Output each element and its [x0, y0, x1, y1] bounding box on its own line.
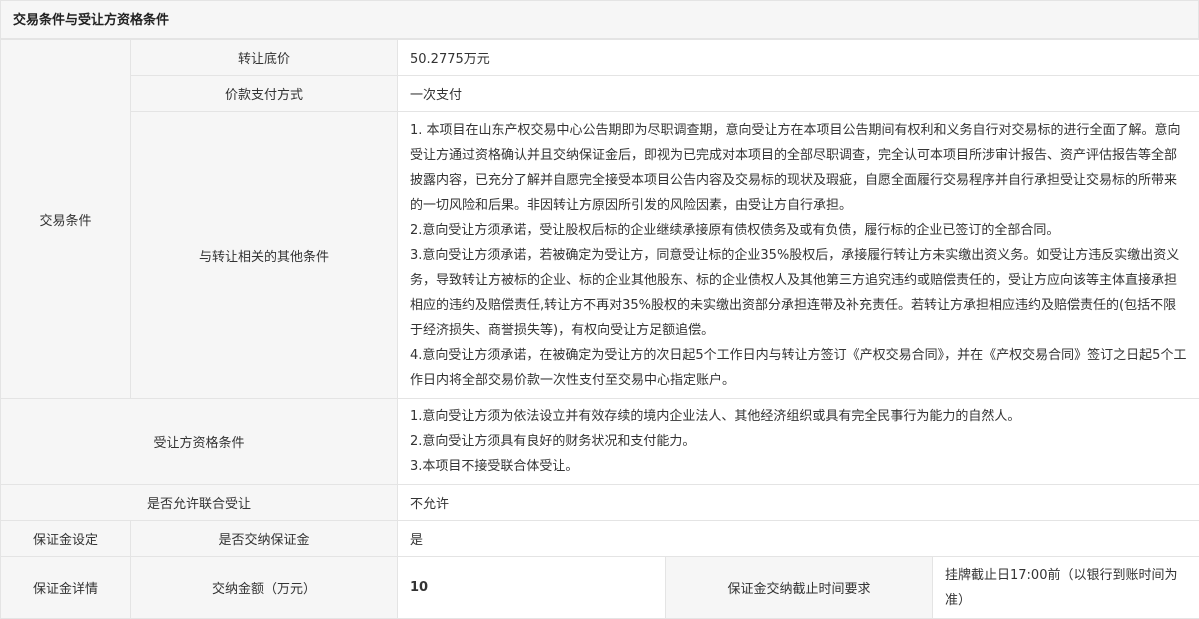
conditions-table: 交易条件 转让底价 50.2775万元 价款支付方式 一次支付 与转让相关的其他… — [0, 39, 1199, 619]
payment-method-value: 一次支付 — [396, 75, 1199, 112]
qualification-paragraph: 2.意向受让方须具有良好的财务状况和支付能力。 — [410, 434, 696, 449]
deposit-deadline-label: 保证金交纳截止时间要求 — [665, 556, 933, 619]
table-row: 保证金设定 是否交纳保证金 是 — [0, 520, 1199, 557]
table-row: 受让方资格条件 1.意向受让方须为依法设立并有效存续的境内企业法人、其他经济组织… — [0, 398, 1199, 485]
table-row: 价款支付方式 一次支付 — [1, 75, 1199, 112]
deposit-deadline-value: 挂牌截止日17:00前（以银行到账时间为准） — [931, 556, 1199, 619]
trade-conditions-panel: 交易条件与受让方资格条件 交易条件 转让底价 50.2775万元 价款支付方式 … — [0, 0, 1199, 619]
trade-conditions-group-label: 交易条件 — [0, 39, 131, 399]
deposit-amount-value: 10 — [397, 556, 666, 619]
deposit-setting-group-label: 保证金设定 — [0, 520, 131, 557]
transfer-price-value: 50.2775万元 — [396, 39, 1199, 76]
table-row: 保证金详情 交纳金额（万元） 10 保证金交纳截止时间要求 挂牌截止日17:00… — [0, 556, 1199, 619]
other-condition-paragraph: 2.意向受让方须承诺，受让股权后标的企业继续承接原有债权债务及或有负债，履行标的… — [410, 222, 1060, 238]
joint-transfer-label: 是否允许联合受让 — [0, 484, 398, 521]
deposit-detail-group-label: 保证金详情 — [0, 556, 131, 619]
other-condition-paragraph: 3.意向受让方须承诺，若被确定为受让方，同意受让标的企业35%股权后，承接履行转… — [410, 247, 1180, 338]
qualification-label: 受让方资格条件 — [0, 398, 398, 485]
other-conditions-label: 与转让相关的其他条件 — [130, 111, 398, 399]
deposit-required-value: 是 — [396, 520, 1199, 557]
table-row: 与转让相关的其他条件 1. 本项目在山东产权交易中心公告期即为尽职调查期，意向受… — [1, 111, 1199, 399]
qualification-paragraph: 1.意向受让方须为依法设立并有效存续的境内企业法人、其他经济组织或具有完全民事行… — [410, 409, 1021, 424]
qualification-value: 1.意向受让方须为依法设立并有效存续的境内企业法人、其他经济组织或具有完全民事行… — [396, 398, 1199, 485]
other-condition-paragraph: 1. 本项目在山东产权交易中心公告期即为尽职调查期，意向受让方在本项目公告期间有… — [410, 122, 1181, 213]
section-title: 交易条件与受让方资格条件 — [0, 0, 1199, 39]
joint-transfer-value: 不允许 — [396, 484, 1199, 521]
transfer-price-label: 转让底价 — [130, 39, 398, 76]
qualification-paragraph: 3.本项目不接受联合体受让。 — [410, 459, 579, 474]
payment-method-label: 价款支付方式 — [130, 75, 398, 112]
deposit-amount-label: 交纳金额（万元） — [130, 556, 398, 619]
deposit-required-label: 是否交纳保证金 — [130, 520, 398, 557]
table-row: 交易条件 转让底价 50.2775万元 — [0, 39, 1199, 399]
other-conditions-value: 1. 本项目在山东产权交易中心公告期即为尽职调查期，意向受让方在本项目公告期间有… — [396, 111, 1199, 399]
table-row: 是否允许联合受让 不允许 — [0, 484, 1199, 521]
other-condition-paragraph: 4.意向受让方须承诺，在被确定为受让方的次日起5个工作日内与转让方签订《产权交易… — [410, 347, 1187, 388]
